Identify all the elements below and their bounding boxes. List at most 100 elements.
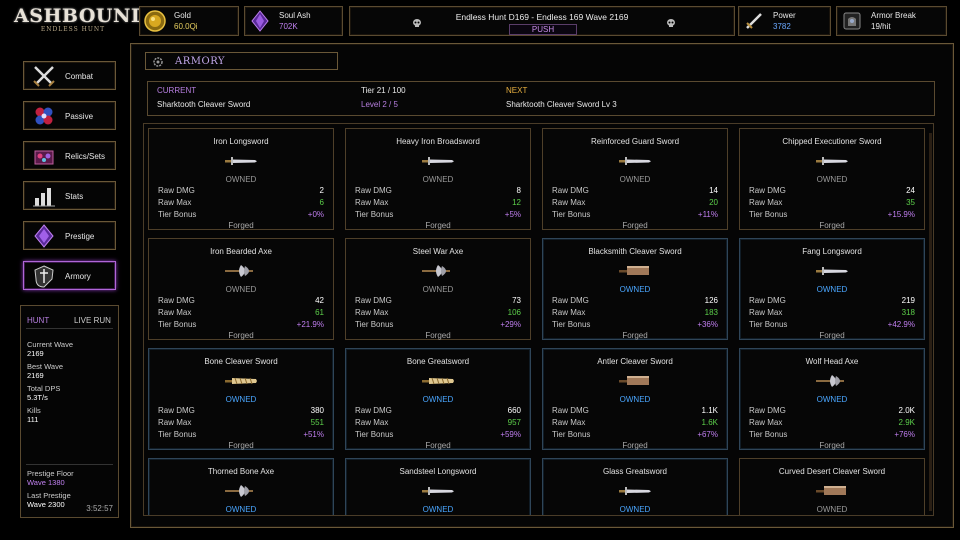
current-wave-label: Current Wave xyxy=(27,340,73,349)
tier-bonus-row: Tier Bonus +67% xyxy=(552,430,718,439)
raw-dmg-value: 24 xyxy=(906,186,915,195)
raw-max-value: 318 xyxy=(901,308,915,317)
raw-max-label: Raw Max xyxy=(355,198,389,207)
raw-dmg-label: Raw DMG xyxy=(749,406,786,415)
owned-status: OWNED xyxy=(225,285,257,294)
push-button[interactable]: PUSH xyxy=(509,24,577,35)
raw-dmg-row: Raw DMG 219 xyxy=(749,296,915,305)
gear-icon xyxy=(153,57,163,67)
axe-weapon-icon xyxy=(223,484,259,498)
run-stats-panel: HUNT LIVE RUN Current Wave 2169 Best Wav… xyxy=(20,305,119,518)
cleaver-weapon-icon xyxy=(617,264,653,278)
nav-combat[interactable]: Combat xyxy=(23,61,116,90)
bar-chart-icon xyxy=(33,188,55,207)
tier-bonus-row: Tier Bonus +76% xyxy=(749,430,915,439)
tier-bonus-label: Tier Bonus xyxy=(355,320,394,329)
raw-max-value: 12 xyxy=(512,198,521,207)
raw-dmg-value: 73 xyxy=(512,296,521,305)
nav-relics-sets[interactable]: Relics/Sets xyxy=(23,141,116,170)
weapon-grid-scrollbar[interactable] xyxy=(929,133,932,511)
nav-relics-label: Relics/Sets xyxy=(65,152,106,161)
divider xyxy=(26,328,113,329)
tier-bonus-value: +42.9% xyxy=(887,320,915,329)
raw-dmg-row: Raw DMG 660 xyxy=(355,406,521,415)
weapon-card[interactable]: Bone Greatsword OWNED Raw DMG 660 Raw Max 957… xyxy=(345,348,531,450)
raw-dmg-row: Raw DMG 8 xyxy=(355,186,521,195)
forged-status: Forged xyxy=(622,221,648,230)
raw-dmg-row: Raw DMG 1.1K xyxy=(552,406,718,415)
raw-max-row: Raw Max 20 xyxy=(552,198,718,207)
last-prestige-label: Last Prestige xyxy=(27,491,71,500)
tier-bonus-label: Tier Bonus xyxy=(552,210,591,219)
raw-max-value: 61 xyxy=(315,308,324,317)
forged-status: Forged xyxy=(819,221,845,230)
nav-armory[interactable]: Armory xyxy=(23,261,116,290)
weapon-card[interactable]: Blacksmith Cleaver Sword OWNED Raw DMG 126 R… xyxy=(542,238,728,340)
tier-bonus-row: Tier Bonus +59% xyxy=(355,430,521,439)
weapon-name: Reinforced Guard Sword xyxy=(590,137,680,146)
soul-ash-value: 702K xyxy=(279,22,298,31)
owned-status: OWNED xyxy=(225,175,257,184)
raw-dmg-value: 8 xyxy=(516,186,521,195)
nav-passive[interactable]: Passive xyxy=(23,101,116,130)
current-wave-stat: Current Wave 2169 xyxy=(27,340,73,358)
prestige-floor-label: Prestige Floor xyxy=(27,469,74,478)
axe-weapon-icon xyxy=(814,374,850,388)
tier-bonus-label: Tier Bonus xyxy=(355,210,394,219)
weapon-name: Bone Cleaver Sword xyxy=(204,357,278,366)
raw-dmg-value: 14 xyxy=(709,186,718,195)
owned-status: OWNED xyxy=(422,395,454,404)
weapon-card[interactable]: Iron Longsword OWNED Raw DMG 2 Raw Max 6 Tier … xyxy=(148,128,334,230)
tier-bonus-row: Tier Bonus +5% xyxy=(355,210,521,219)
cleaver-weapon-icon xyxy=(814,484,850,498)
power-label: Power xyxy=(773,11,796,20)
raw-max-value: 35 xyxy=(906,198,915,207)
forged-status: Forged xyxy=(425,221,451,230)
forged-status: Forged xyxy=(228,331,254,340)
axe-weapon-icon xyxy=(223,264,259,278)
sword-power-icon xyxy=(746,13,762,29)
raw-dmg-row: Raw DMG 42 xyxy=(158,296,324,305)
tab-live-run[interactable]: LIVE RUN xyxy=(74,316,111,325)
weapon-card[interactable]: Iron Bearded Axe OWNED Raw DMG 42 Raw Max 61 T… xyxy=(148,238,334,340)
weapon-card[interactable]: Chipped Executioner Sword OWNED Raw DMG 24 R… xyxy=(739,128,925,230)
tier-bonus-row: Tier Bonus +42.9% xyxy=(749,320,915,329)
nav-stats[interactable]: Stats xyxy=(23,181,116,210)
cleaver-weapon-icon xyxy=(617,374,653,388)
weapon-card[interactable]: Fang Longsword OWNED Raw DMG 219 Raw Max 318 T… xyxy=(739,238,925,340)
armor-break-value: 19/hit xyxy=(871,22,891,31)
hunt-status-box: Endless Hunt D169 - Endless 169 Wave 216… xyxy=(349,6,735,36)
current-weapon: Sharktooth Cleaver Sword xyxy=(157,100,251,109)
tier-bonus-label: Tier Bonus xyxy=(158,210,197,219)
raw-max-label: Raw Max xyxy=(749,198,783,207)
last-prestige-stat: Last Prestige Wave 2300 xyxy=(27,491,71,509)
nav-prestige[interactable]: Prestige xyxy=(23,221,116,250)
weapon-card[interactable]: Antler Cleaver Sword OWNED Raw DMG 1.1K Raw … xyxy=(542,348,728,450)
weapon-name: Sandsteel Longsword xyxy=(399,467,477,476)
weapon-card[interactable]: Glass Greatsword OWNED xyxy=(542,458,728,515)
raw-dmg-value: 126 xyxy=(704,296,718,305)
raw-max-row: Raw Max 2.9K xyxy=(749,418,915,427)
kills-label: Kills xyxy=(27,406,41,415)
tier-bonus-row: Tier Bonus +21.9% xyxy=(158,320,324,329)
weapon-card[interactable]: Sandsteel Longsword OWNED xyxy=(345,458,531,515)
weapon-card[interactable]: Steel War Axe OWNED Raw DMG 73 Raw Max 106 Tie… xyxy=(345,238,531,340)
raw-max-label: Raw Max xyxy=(552,418,586,427)
forged-status: Forged xyxy=(228,221,254,230)
tier-bonus-row: Tier Bonus +0% xyxy=(158,210,324,219)
gold-value: 60.0Qi xyxy=(174,22,198,31)
raw-max-label: Raw Max xyxy=(552,308,586,317)
weapon-card[interactable]: Thorned Bone Axe OWNED xyxy=(148,458,334,515)
tab-hunt[interactable]: HUNT xyxy=(27,316,49,325)
weapon-card[interactable]: Curved Desert Cleaver Sword OWNED xyxy=(739,458,925,515)
weapon-card[interactable]: Bone Cleaver Sword OWNED Raw DMG 380 Raw Max… xyxy=(148,348,334,450)
weapon-card[interactable]: Heavy Iron Broadsword OWNED Raw DMG 8 Raw Ma… xyxy=(345,128,531,230)
tier-bonus-row: Tier Bonus +36% xyxy=(552,320,718,329)
owned-status: OWNED xyxy=(816,395,848,404)
next-weapon: Sharktooth Cleaver Sword Lv 3 xyxy=(506,100,617,109)
gold-resource: Gold 60.0Qi xyxy=(139,6,239,36)
weapon-name: Wolf Head Axe xyxy=(805,357,859,366)
weapon-card[interactable]: Reinforced Guard Sword OWNED Raw DMG 14 Raw … xyxy=(542,128,728,230)
raw-max-row: Raw Max 957 xyxy=(355,418,521,427)
weapon-card[interactable]: Wolf Head Axe OWNED Raw DMG 2.0K Raw Max 2.9K… xyxy=(739,348,925,450)
